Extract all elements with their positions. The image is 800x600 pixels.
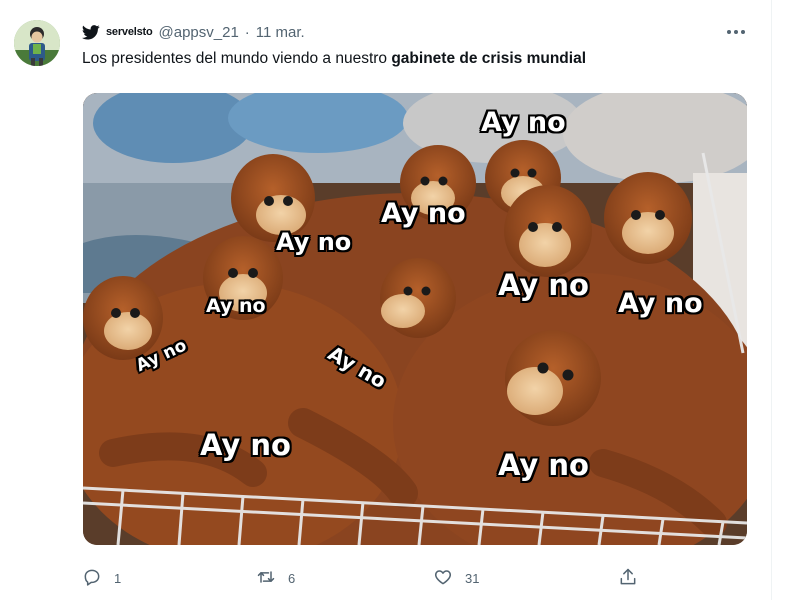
more-options-icon[interactable] [723, 22, 749, 42]
reply-button[interactable]: 1 [82, 565, 121, 591]
timeline-border [771, 0, 772, 600]
tweet-image[interactable]: Ay no Ay no Ay no Ay no Ay no Ay no Ay n… [83, 93, 747, 545]
caption-ay-no: Ay no [498, 268, 589, 302]
retweet-count: 6 [288, 570, 296, 586]
reply-icon [82, 567, 102, 590]
display-name[interactable]: servelsto [106, 26, 153, 38]
retweet-icon [256, 567, 276, 590]
twitter-bird-icon [82, 24, 100, 40]
caption-ay-no: Ay no [200, 428, 291, 462]
tweet-actions: 1 6 31 [82, 565, 652, 591]
caption-ay-no: Ay no [206, 295, 266, 317]
user-handle[interactable]: @appsv_21 [159, 24, 239, 41]
tweet-header: servelsto @appsv_21 · 11 mar. [82, 22, 305, 42]
retweet-button[interactable]: 6 [256, 565, 295, 591]
reply-count: 1 [114, 570, 122, 586]
separator-dot: · [244, 23, 250, 41]
avatar[interactable] [14, 20, 60, 66]
tweet-date[interactable]: 11 mar. [256, 24, 305, 41]
share-icon [618, 567, 638, 590]
share-button[interactable] [618, 565, 638, 591]
like-button[interactable]: 31 [433, 565, 479, 591]
tweet-text-main: Los presidentes del mundo viendo a nuest… [82, 50, 392, 67]
caption-ay-no: Ay no [481, 107, 566, 138]
caption-ay-no: Ay no [618, 288, 703, 319]
caption-ay-no: Ay no [498, 448, 589, 482]
orangutan-plush-photo [83, 93, 747, 545]
tweet-text-bold: gabinete de crisis mundial [391, 50, 587, 67]
tweet-text: Los presidentes del mundo viendo a nuest… [82, 50, 586, 68]
caption-ay-no: Ay no [381, 198, 466, 229]
like-count: 31 [465, 570, 480, 586]
like-icon [433, 567, 453, 590]
caption-ay-no: Ay no [276, 228, 352, 256]
